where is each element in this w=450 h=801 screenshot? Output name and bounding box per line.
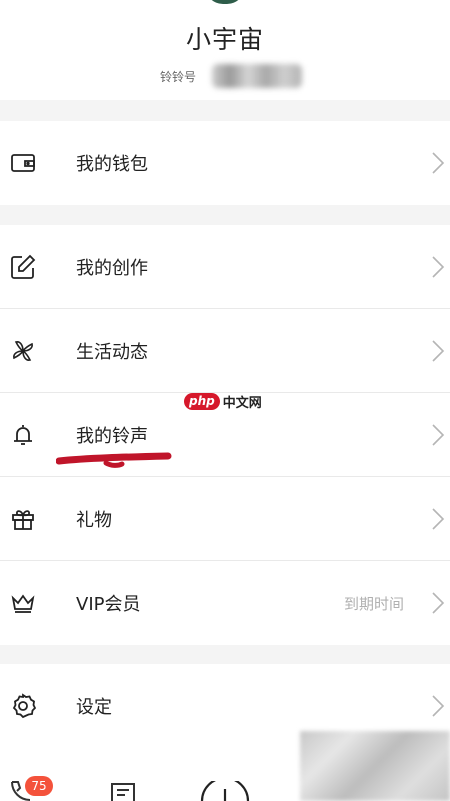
menu-label-wallet: 我的钱包 <box>76 154 148 175</box>
gift-icon <box>10 506 36 532</box>
chevron-right-icon <box>430 151 446 175</box>
chevron-right-icon <box>430 423 446 447</box>
menu-label-vip: VIP会员 <box>76 594 141 615</box>
menu-item-wallet[interactable]: 我的钱包 <box>0 121 450 205</box>
chevron-right-icon <box>430 591 446 615</box>
red-annotation-stroke <box>56 452 172 468</box>
gear-icon <box>10 693 36 719</box>
menu-label-settings: 设定 <box>76 697 112 718</box>
account-id-row: 铃铃号 <box>160 64 303 88</box>
chevron-right-icon <box>430 255 446 279</box>
crown-icon <box>10 590 36 616</box>
blurred-region <box>300 731 450 801</box>
menu-item-moments[interactable]: 生活动态 <box>0 309 450 393</box>
menu-item-creation[interactable]: 我的创作 <box>0 225 450 309</box>
menu-label-creation: 我的创作 <box>76 257 148 279</box>
wallet-icon <box>10 150 36 176</box>
chevron-right-icon <box>430 507 446 531</box>
profile-header: 小宇宙 铃铃号 <box>0 0 450 100</box>
menu-label-moments: 生活动态 <box>76 341 148 363</box>
watermark-logo: php <box>184 392 220 410</box>
menu-label-gift: 礼物 <box>76 509 112 531</box>
notification-badge: 75 <box>25 776 53 796</box>
menu-group-wallet: 我的钱包 <box>0 121 450 205</box>
avatar[interactable] <box>205 0 245 4</box>
menu-item-gift[interactable]: 礼物 <box>0 477 450 561</box>
menu-label-ringtone: 我的铃声 <box>76 425 148 447</box>
watermark-text: 中文网 <box>222 395 262 411</box>
menu-item-vip[interactable]: VIP会员 到期时间 <box>0 561 450 645</box>
account-id-redacted <box>212 64 303 88</box>
document-tab-icon[interactable] <box>108 782 140 801</box>
chevron-right-icon <box>430 339 446 363</box>
account-id-label: 铃铃号 <box>160 69 197 84</box>
vip-expiry-text: 到期时间 <box>343 594 404 613</box>
chevron-right-icon <box>430 694 446 718</box>
download-tab-icon[interactable] <box>200 781 250 801</box>
bell-icon <box>10 422 36 448</box>
menu-group-main: 我的创作 生活动态 我的铃声 礼物 VIP会员 到期时间 <box>0 225 450 645</box>
pinwheel-icon <box>10 338 36 364</box>
watermark: php 中文网 <box>184 391 262 411</box>
username: 小宇宙 <box>185 25 264 54</box>
edit-icon <box>10 254 36 280</box>
